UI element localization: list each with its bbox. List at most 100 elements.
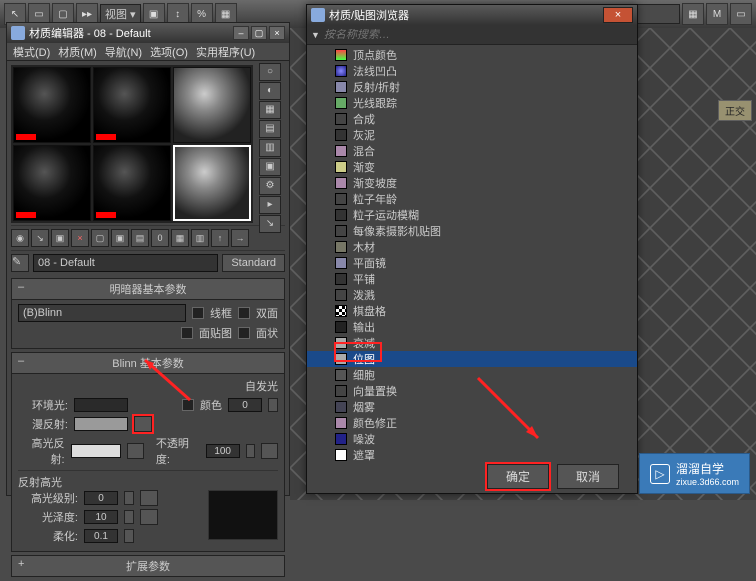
backlight-icon[interactable]: ◐	[259, 82, 281, 100]
tree-item[interactable]: 细胞	[307, 367, 637, 383]
menu-item[interactable]: 选项(O)	[150, 44, 188, 60]
tree-item[interactable]: 粒子年龄	[307, 191, 637, 207]
tree-item[interactable]: 渐变	[307, 159, 637, 175]
preview-icon[interactable]: ▣	[259, 158, 281, 176]
sample-slot-active[interactable]	[173, 145, 251, 221]
assign-icon[interactable]: ↘	[259, 215, 281, 233]
sample-slot[interactable]	[93, 145, 171, 221]
tree-item[interactable]: 木材	[307, 239, 637, 255]
dropper-icon[interactable]: ✎	[11, 254, 29, 272]
get-material-icon[interactable]: ◉	[11, 229, 29, 247]
tree-item[interactable]: 输出	[307, 319, 637, 335]
shader-dropdown[interactable]: (B)Blinn	[18, 304, 186, 322]
material-type-button[interactable]: Standard	[222, 254, 285, 272]
tree-item[interactable]: 渐变坡度	[307, 175, 637, 191]
gloss-input[interactable]	[84, 510, 118, 524]
tool-btn[interactable]: ▦	[682, 3, 704, 25]
faceted-checkbox[interactable]	[238, 327, 250, 339]
sample-slot[interactable]	[13, 145, 91, 221]
selfillum-value[interactable]	[228, 398, 262, 412]
tree-item[interactable]: 顶点颜色	[307, 47, 637, 63]
go-sibling-icon[interactable]: →	[231, 229, 249, 247]
background-icon[interactable]: ▦	[259, 101, 281, 119]
sample-slot[interactable]	[173, 67, 251, 143]
tree-item[interactable]: 反射/折射	[307, 79, 637, 95]
tree-item[interactable]: 平铺	[307, 271, 637, 287]
spinner[interactable]	[124, 491, 134, 505]
tree-item[interactable]: 法线凹凸	[307, 63, 637, 79]
tree-item[interactable]: 遮罩	[307, 447, 637, 463]
video-color-icon[interactable]: ▥	[259, 139, 281, 157]
menu-item[interactable]: 模式(D)	[13, 44, 50, 60]
assign-to-selection-icon[interactable]: ▣	[51, 229, 69, 247]
menu-item[interactable]: 导航(N)	[105, 44, 142, 60]
show-end-result-icon[interactable]: ▥	[191, 229, 209, 247]
show-map-icon[interactable]: ▦	[171, 229, 189, 247]
close-button[interactable]: ×	[269, 26, 285, 40]
spinner[interactable]	[124, 510, 134, 524]
menu-item[interactable]: 材质(M)	[58, 44, 97, 60]
selfillum-color-checkbox[interactable]	[182, 399, 194, 411]
go-parent-icon[interactable]: ↑	[211, 229, 229, 247]
opacity-input[interactable]	[206, 444, 240, 458]
rollout-extended[interactable]: +扩展参数	[11, 555, 285, 577]
rollout-shader-basic[interactable]: –明暗器基本参数	[11, 278, 285, 300]
diffuse-map-button[interactable]	[134, 416, 152, 432]
sample-slot[interactable]	[93, 67, 171, 143]
specular-swatch[interactable]	[71, 444, 121, 458]
rollout-blinn-basic[interactable]: –Blinn 基本参数	[11, 352, 285, 374]
minimize-button[interactable]: –	[233, 26, 249, 40]
make-copy-icon[interactable]: ▢	[91, 229, 109, 247]
sample-slot[interactable]	[13, 67, 91, 143]
tool-btn[interactable]: M	[706, 3, 728, 25]
menu-item[interactable]: 实用程序(U)	[196, 44, 255, 60]
maximize-button[interactable]: ▢	[251, 26, 267, 40]
wire-checkbox[interactable]	[192, 307, 204, 319]
make-unique-icon[interactable]: ▣	[111, 229, 129, 247]
tree-item[interactable]: 合成	[307, 111, 637, 127]
spinner[interactable]	[268, 398, 278, 412]
select-by-mat-icon[interactable]: ▸	[259, 196, 281, 214]
tree-item[interactable]: 每像素摄影机贴图	[307, 223, 637, 239]
tree-item[interactable]: 颜色修正	[307, 415, 637, 431]
tree-item[interactable]: 泼溅	[307, 287, 637, 303]
tree-item[interactable]: 混合	[307, 143, 637, 159]
cancel-button[interactable]: 取消	[557, 464, 619, 489]
tree-item[interactable]: 光线跟踪	[307, 95, 637, 111]
spinner[interactable]	[124, 529, 134, 543]
tree-item[interactable]: 粒子运动模糊	[307, 207, 637, 223]
put-to-scene-icon[interactable]: ↘	[31, 229, 49, 247]
sample-type-icon[interactable]: ○	[259, 63, 281, 81]
tree-item[interactable]: 噪波	[307, 431, 637, 447]
options-icon[interactable]: ⚙	[259, 177, 281, 195]
spec-level-map-button[interactable]	[140, 490, 158, 506]
material-name-input[interactable]	[33, 254, 218, 272]
two-sided-checkbox[interactable]	[238, 307, 250, 319]
ok-button[interactable]: 确定	[487, 464, 549, 489]
put-to-library-icon[interactable]: ▤	[131, 229, 149, 247]
chevron-down-icon[interactable]: ▼	[311, 30, 320, 40]
search-input[interactable]	[324, 29, 633, 41]
tree-item[interactable]: 棋盘格	[307, 303, 637, 319]
tree-item[interactable]: 衰减	[307, 335, 637, 351]
close-button[interactable]: ×	[603, 7, 633, 23]
soften-input[interactable]	[84, 529, 118, 543]
opacity-map-button[interactable]	[261, 443, 278, 459]
tree-item[interactable]: 向量置换	[307, 383, 637, 399]
diffuse-swatch[interactable]	[74, 417, 128, 431]
view-combo[interactable]: 视图 ▾	[100, 4, 141, 24]
spec-level-input[interactable]	[84, 491, 118, 505]
specular-map-button[interactable]	[127, 443, 144, 459]
ambient-swatch[interactable]	[74, 398, 128, 412]
mat-id-icon[interactable]: 0	[151, 229, 169, 247]
spinner[interactable]	[246, 444, 255, 458]
tree-item[interactable]: 位图	[307, 351, 637, 367]
facemap-checkbox[interactable]	[181, 327, 193, 339]
uv-tile-icon[interactable]: ▤	[259, 120, 281, 138]
map-tree[interactable]: 顶点颜色法线凹凸反射/折射光线跟踪合成灰泥混合渐变渐变坡度粒子年龄粒子运动模糊每…	[307, 45, 637, 465]
tree-item[interactable]: 烟雾	[307, 399, 637, 415]
reset-icon[interactable]: ×	[71, 229, 89, 247]
tree-item[interactable]: 平面镜	[307, 255, 637, 271]
tree-item[interactable]: 灰泥	[307, 127, 637, 143]
tool-btn[interactable]: ▭	[730, 3, 752, 25]
